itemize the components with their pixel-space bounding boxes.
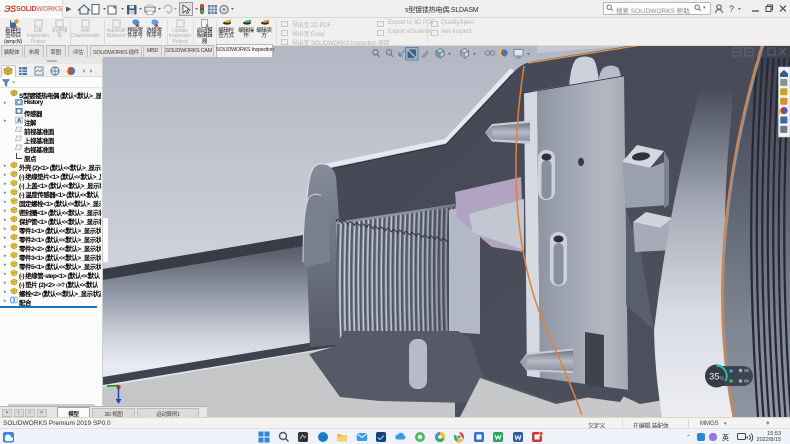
svg-text:?: ? [729, 4, 734, 14]
svg-text:%: % [720, 376, 725, 382]
svg-text:A: A [17, 118, 22, 124]
svg-text:35: 35 [709, 372, 720, 383]
